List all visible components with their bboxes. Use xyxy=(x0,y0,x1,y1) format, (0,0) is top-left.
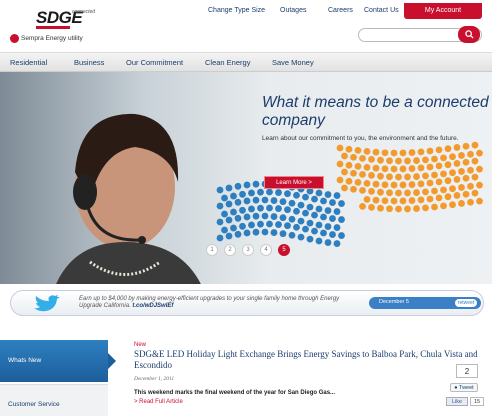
nav-save-money[interactable]: Save Money xyxy=(272,58,314,67)
hero-subtext: Learn about our commitment to you, the e… xyxy=(262,135,459,142)
news-date: December 1, 2011 xyxy=(134,376,175,382)
like-count: 15 xyxy=(470,397,484,406)
pager-dot-5[interactable]: 5 xyxy=(278,244,290,256)
nav-our-commitment[interactable]: Our Commitment xyxy=(126,58,183,67)
change-type-size-link[interactable]: Change Type Size xyxy=(208,7,265,14)
hero-headline: What it means to be a connected company xyxy=(262,94,489,129)
pager-dot-4[interactable]: 4 xyxy=(260,244,272,256)
like-label: Like xyxy=(451,399,463,405)
tweet-link[interactable]: t.co/wDJSwIEf xyxy=(132,303,173,309)
tweet-text: Earn up to $4,000 by making energy-effic… xyxy=(79,296,359,310)
tab-whats-new[interactable]: Whats New xyxy=(0,340,116,382)
facebook-like-button[interactable]: Like xyxy=(446,397,468,406)
nav-clean-energy[interactable]: Clean Energy xyxy=(205,58,250,67)
news-snippet: This weekend marks the final weekend of … xyxy=(134,390,336,396)
search-icon xyxy=(464,30,474,39)
careers-link[interactable]: Careers xyxy=(328,7,353,14)
read-full-article-link[interactable]: > Read Full Article xyxy=(134,399,183,405)
tab-whats-new-label: Whats New xyxy=(8,357,42,364)
parent-company: Sempra Energy utility xyxy=(10,34,83,43)
hero-photo-person xyxy=(56,113,201,284)
hero-pager: 1 2 3 4 5 xyxy=(206,244,290,256)
pager-dot-1[interactable]: 1 xyxy=(206,244,218,256)
twitter-bar: Earn up to $4,000 by making energy-effic… xyxy=(10,290,484,316)
tweet-button[interactable]: ● Tweet xyxy=(450,383,478,392)
site-header: SDGE connected Sempra Energy utility Cha… xyxy=(0,0,492,52)
tweet-button-label: Tweet xyxy=(459,385,474,391)
new-badge: New xyxy=(134,342,147,348)
read-full-article-label: Read Full Article xyxy=(139,399,183,405)
sempra-icon xyxy=(10,34,19,43)
pager-dot-2[interactable]: 2 xyxy=(224,244,236,256)
learn-more-button[interactable]: Learn More > xyxy=(264,176,324,189)
tweet-date: December 5 xyxy=(379,299,409,305)
tweet-meta: December 5 retweet xyxy=(369,297,481,309)
search-button[interactable] xyxy=(458,26,480,43)
sdge-logo[interactable]: SDGE connected Sempra Energy utility xyxy=(10,6,120,46)
contact-us-link[interactable]: Contact Us xyxy=(364,7,399,14)
logo-tagline: connected xyxy=(72,9,96,15)
tab-customer-service[interactable]: Customer Service xyxy=(0,384,108,416)
main-nav: Residential Business Our Commitment Clea… xyxy=(0,52,492,72)
parent-company-label: Sempra Energy utility xyxy=(21,35,83,43)
hero-banner: What it means to be a connected company … xyxy=(0,72,492,284)
retweet-button[interactable]: retweet xyxy=(455,299,477,307)
nav-business[interactable]: Business xyxy=(74,58,104,67)
pager-dot-3[interactable]: 3 xyxy=(242,244,254,256)
logo-stripe xyxy=(36,26,70,29)
news-title[interactable]: SDG&E LED Holiday Light Exchange Brings … xyxy=(134,349,492,370)
tab-customer-service-label: Customer Service xyxy=(8,401,60,408)
share-count: 2 xyxy=(456,364,478,378)
my-account-button[interactable]: My Account xyxy=(404,3,482,19)
tweet-body: Earn up to $4,000 by making energy-effic… xyxy=(79,296,340,309)
outages-link[interactable]: Outages xyxy=(280,7,306,14)
twitter-bird-icon xyxy=(34,295,60,312)
nav-residential[interactable]: Residential xyxy=(10,58,47,67)
